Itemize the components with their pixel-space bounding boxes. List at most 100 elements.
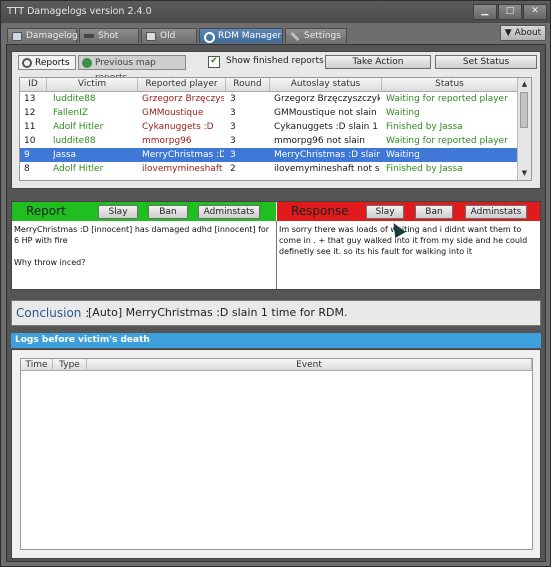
- conclusion-bar: Conclusion : [Auto] MerryChristmas :D sl…: [11, 300, 541, 326]
- report-slay-button[interactable]: Slay: [98, 205, 138, 219]
- cell-reported: GMMoustique: [142, 108, 204, 118]
- calendar-icon: [146, 32, 156, 41]
- table-header: ID Victim Reported player Round Autoslay…: [20, 78, 531, 92]
- cell-autoslay: MerryChristmas :D slain ...: [274, 150, 380, 160]
- cell-id: 12: [24, 108, 36, 118]
- cell-status: Finished by Jassa: [386, 164, 463, 174]
- report-response-panel: Report Slay Ban Adminstats Response Slay…: [11, 201, 541, 290]
- cell-status: Waiting: [386, 108, 420, 118]
- logs-title: Logs before victim's death: [11, 333, 541, 348]
- minimize-button[interactable]: ▁: [473, 4, 497, 20]
- cell-victim: Adolf Hitler: [53, 164, 104, 174]
- col-type[interactable]: Type: [53, 359, 87, 371]
- tab-old-logs[interactable]: Old logs: [141, 28, 197, 56]
- close-button[interactable]: ✕: [523, 4, 547, 20]
- cell-status: Waiting: [386, 150, 420, 160]
- cell-status: Waiting for reported player: [386, 136, 508, 146]
- subtab-previous-map-reports[interactable]: Previous map reports: [78, 55, 186, 83]
- magnifier-icon: [204, 32, 215, 43]
- response-adminstats-button[interactable]: Adminstats: [465, 205, 527, 219]
- cell-victim: luddite88: [53, 94, 96, 104]
- tab-damagelog[interactable]: Damagelog: [7, 28, 78, 43]
- col-reported-player[interactable]: Reported player: [138, 78, 226, 91]
- logs-panel: Time Type Event: [11, 349, 541, 559]
- cell-reported: MerryChristmas :D: [142, 150, 224, 160]
- cell-autoslay: GMMoustique not slain: [274, 108, 377, 118]
- table-row[interactable]: 11 Adolf Hitler Cykanuggets :D 3 Cykanuggets…: [20, 120, 518, 134]
- table-row[interactable]: 10 luddite88 mmorpg96 3 mmorpg96 not slain Wa…: [20, 134, 518, 148]
- cell-autoslay: Cykanuggets :D slain 1 t...: [274, 122, 380, 132]
- cell-reported: mmorpg96: [142, 136, 192, 146]
- cell-status: Waiting for reported player: [386, 94, 508, 104]
- col-status[interactable]: Status: [382, 78, 518, 91]
- maximize-button[interactable]: □: [498, 4, 522, 20]
- table-row[interactable]: 8 Adolf Hitler ilovemymineshaft 2 ilovemymin…: [20, 162, 518, 176]
- scroll-up-icon[interactable]: ▲: [518, 78, 531, 91]
- divider: [276, 221, 277, 289]
- report-adminstats-button[interactable]: Adminstats: [198, 205, 260, 219]
- tab-label: Damagelog: [26, 31, 78, 41]
- response-slay-button[interactable]: Slay: [366, 205, 404, 219]
- show-finished-checkbox[interactable]: ✔: [208, 56, 220, 68]
- scroll-down-icon[interactable]: ▼: [518, 167, 531, 180]
- window-title: TTT Damagelogs version 2.4.0: [7, 6, 152, 17]
- wrench-icon: [290, 31, 300, 42]
- response-text: Im sorry there was loads of waiting and …: [279, 225, 528, 256]
- report-text: MerryChristmas :D [innocent] has damaged…: [14, 225, 270, 267]
- conclusion-text: [Auto] MerryChristmas :D slain 1 time fo…: [88, 306, 348, 319]
- cell-victim: luddite88: [53, 136, 96, 146]
- gun-icon: [84, 34, 94, 38]
- response-ban-button[interactable]: Ban: [415, 205, 453, 219]
- cell-reported: Grzegorz Brzęczys...: [142, 94, 224, 104]
- cell-id: 10: [24, 136, 36, 146]
- cell-victim: Adolf Hitler: [53, 122, 104, 132]
- take-action-button[interactable]: Take Action: [325, 55, 431, 69]
- response-header: Response Slay Ban Adminstats: [277, 202, 540, 221]
- table-row[interactable]: 12 FallenIZ GMMoustique 3 GMMoustique not sl…: [20, 106, 518, 120]
- scroll-thumb[interactable]: [520, 92, 528, 128]
- col-event[interactable]: Event: [87, 359, 532, 371]
- cell-id: 13: [24, 94, 36, 104]
- tab-settings[interactable]: Settings: [285, 28, 347, 43]
- main-window: TTT Damagelogs version 2.4.0 ▁ □ ✕ ▼ Abo…: [0, 0, 551, 567]
- cell-round: 3: [230, 108, 236, 118]
- report-ban-button[interactable]: Ban: [148, 205, 188, 219]
- cell-victim: Jassa: [53, 150, 77, 160]
- report-header: Report Slay Ban Adminstats: [12, 202, 276, 221]
- cell-id: 11: [24, 122, 36, 132]
- show-finished-label: Show finished reports: [226, 56, 324, 66]
- cell-status: Finished by Jassa: [386, 122, 463, 132]
- cell-round: 3: [230, 150, 236, 160]
- magnifier-icon: [22, 58, 32, 68]
- tab-label: Settings: [304, 31, 341, 41]
- cell-reported: Cykanuggets :D: [142, 122, 214, 132]
- cell-round: 3: [230, 94, 236, 104]
- about-button[interactable]: ▼ About: [500, 25, 546, 41]
- tab-rdm-manager[interactable]: RDM Manager: [199, 28, 283, 43]
- cell-autoslay: ilovemymineshaft not slain: [274, 164, 380, 174]
- table-row[interactable]: 9 Jassa MerryChristmas :D 3 MerryChristmas :…: [20, 148, 518, 162]
- report-title: Report: [26, 204, 66, 218]
- subtab-label: Reports: [35, 58, 70, 68]
- col-id[interactable]: ID: [20, 78, 47, 91]
- cell-victim: FallenIZ: [53, 108, 88, 118]
- cell-reported: ilovemymineshaft: [142, 164, 223, 174]
- table-scrollbar[interactable]: ▲ ▼: [517, 78, 531, 180]
- conclusion-label: Conclusion :: [16, 306, 90, 320]
- set-status-button[interactable]: Set Status: [435, 55, 537, 69]
- col-round[interactable]: Round: [226, 78, 270, 91]
- cell-round: 2: [230, 164, 236, 174]
- reports-table: ID Victim Reported player Round Autoslay…: [19, 77, 532, 181]
- subtab-reports[interactable]: Reports: [18, 55, 76, 70]
- tab-label: RDM Manager: [218, 31, 282, 41]
- cell-id: 9: [24, 150, 30, 160]
- logs-table: Time Type Event: [20, 358, 533, 550]
- table-row[interactable]: 13 luddite88 Grzegorz Brzęczys... 3 Grzegorz…: [20, 92, 518, 106]
- cell-round: 3: [230, 136, 236, 146]
- grid-icon: [12, 32, 22, 41]
- col-autoslay-status[interactable]: Autoslay status: [270, 78, 382, 91]
- tab-shot-logs[interactable]: Shot logs: [79, 28, 139, 56]
- title-bar: TTT Damagelogs version 2.4.0 ▁ □ ✕: [1, 1, 550, 23]
- col-victim[interactable]: Victim: [47, 78, 138, 91]
- col-time[interactable]: Time: [21, 359, 53, 371]
